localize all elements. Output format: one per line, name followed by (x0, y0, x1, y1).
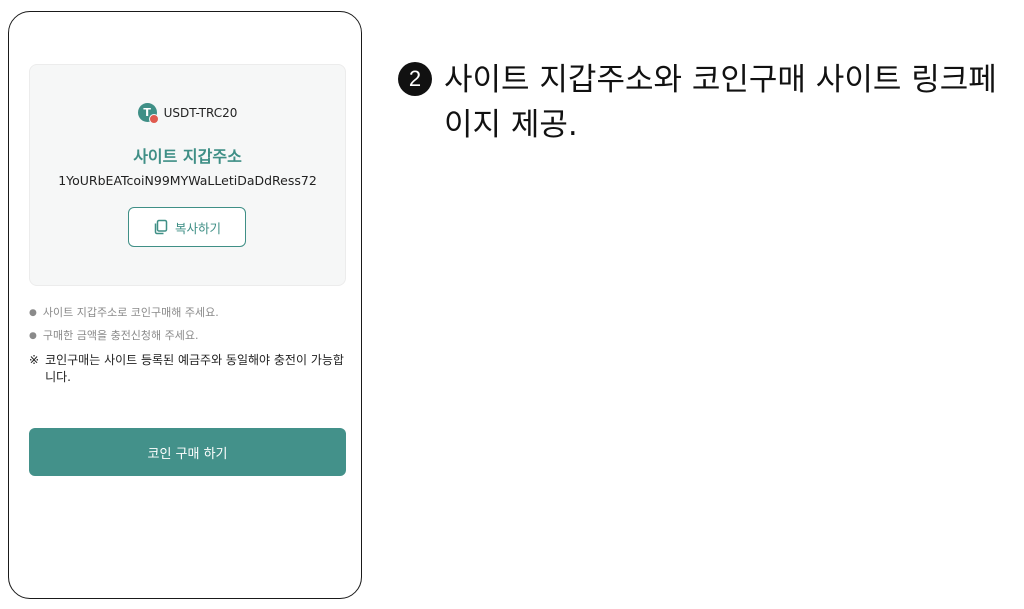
bullet-icon: ● (29, 331, 37, 341)
step-badge: 2 (398, 62, 432, 96)
wallet-card: T USDT-TRC20 사이트 지갑주소 1YoURbEATcoiN99MYW… (29, 64, 346, 286)
wallet-address: 1YoURbEATcoiN99MYWaLLetiDaDdRess72 (58, 173, 317, 188)
warning-note: ※ 코인구매는 사이트 등록된 예금주와 동일해야 충전이 가능합니다. (29, 352, 349, 386)
copy-button-label: 복사하기 (174, 220, 221, 236)
phone-frame: T USDT-TRC20 사이트 지갑주소 1YoURbEATcoiN99MYW… (8, 11, 362, 599)
notes-list: ● 사이트 지갑주소로 코인구매해 주세요. ● 구매한 금액을 충전신청해 주… (29, 306, 349, 386)
warning-text: 코인구매는 사이트 등록된 예금주와 동일해야 충전이 가능합니다. (45, 353, 344, 384)
coin-row: T USDT-TRC20 (30, 103, 345, 124)
warning-mark: ※ (29, 353, 40, 367)
buy-coin-button-label: 코인 구매 하기 (147, 446, 228, 462)
tether-icon: T (137, 103, 159, 124)
bullet-icon: ● (29, 308, 37, 318)
annotation-text: 사이트 지갑주소와 코인구매 사이트 링크페이지 제공. (444, 62, 997, 143)
coin-name: USDT-TRC20 (163, 105, 238, 120)
copy-button[interactable]: 복사하기 (128, 207, 246, 247)
note-item: ● 사이트 지갑주소로 코인구매해 주세요. (29, 306, 219, 319)
wallet-title: 사이트 지갑주소 (133, 147, 242, 166)
note-item: ● 구매한 금액을 충전신청해 주세요. (29, 329, 199, 342)
network-dot-icon (148, 114, 159, 124)
copy-icon (154, 219, 168, 235)
buy-coin-button[interactable]: 코인 구매 하기 (29, 428, 346, 476)
